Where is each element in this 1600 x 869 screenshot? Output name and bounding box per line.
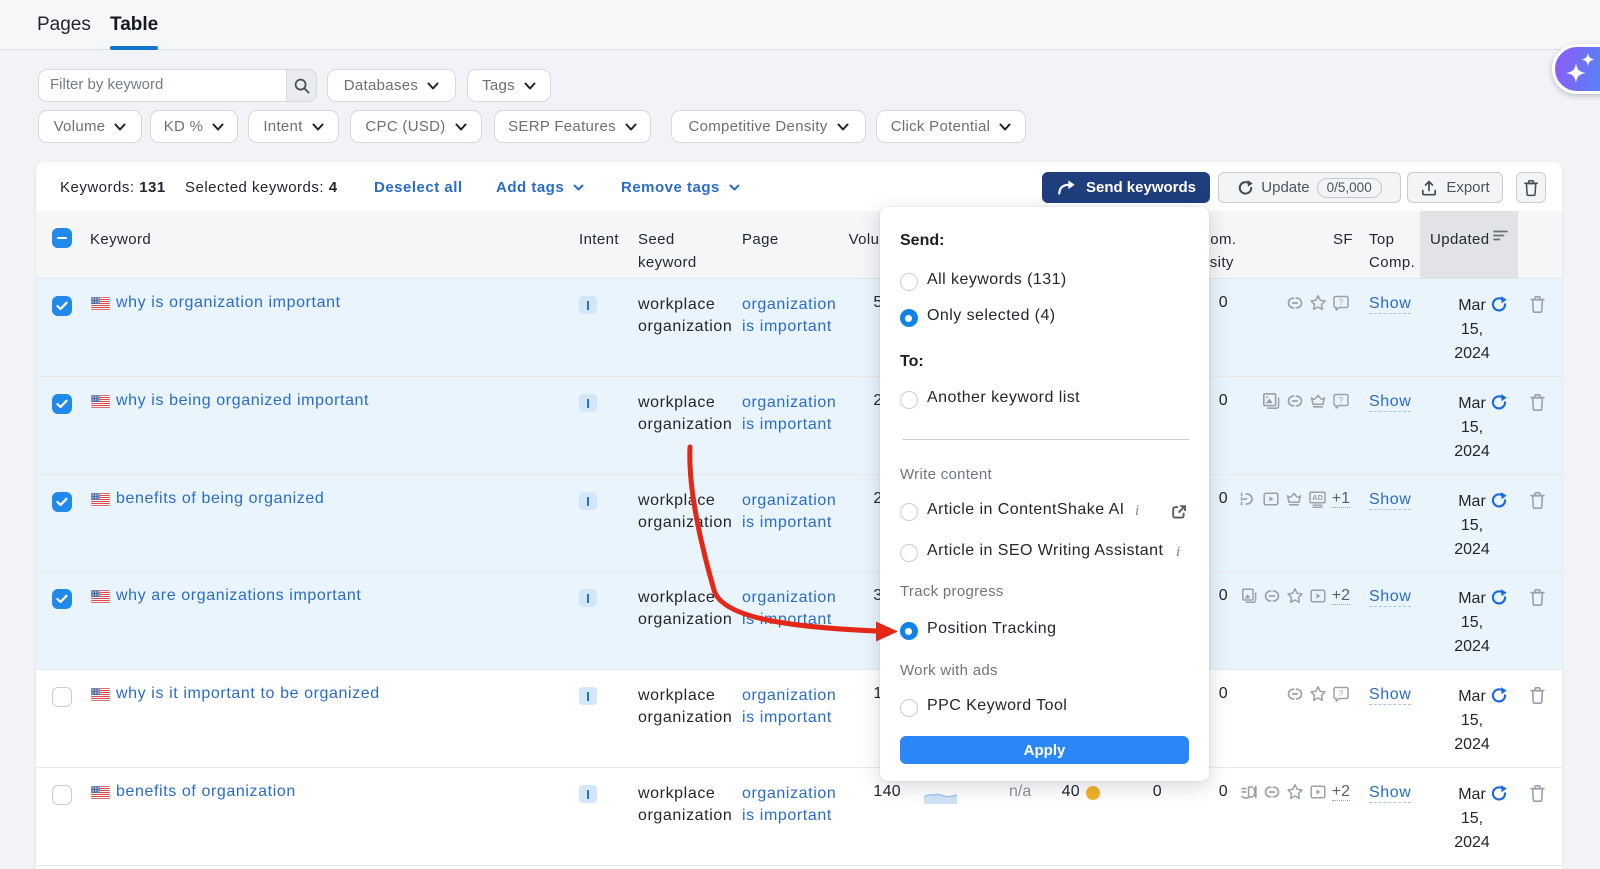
svg-text:?: ? bbox=[1339, 689, 1344, 698]
svg-text:?: ? bbox=[1339, 396, 1344, 405]
svg-text:?: ? bbox=[1339, 298, 1344, 307]
svg-text:AD: AD bbox=[1312, 493, 1323, 502]
